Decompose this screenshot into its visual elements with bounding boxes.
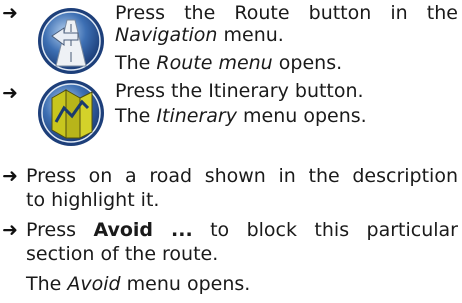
step-1-line-2: Navigation menu. (115, 24, 284, 46)
step-4-post: to block this particular (192, 219, 458, 241)
navigation-menu-name: Navigation (115, 24, 218, 46)
step-2-result-post: menu opens. (236, 105, 367, 127)
itinerary-button-icon[interactable] (36, 78, 106, 148)
step-2-line-1: Press the Itinerary button. (115, 80, 364, 102)
route-button-icon[interactable] (36, 6, 106, 76)
step-4-line-1: Press Avoid ... to block this particular (26, 219, 458, 241)
step-1-line-1: Press the Route button in the (115, 2, 458, 24)
step-arrow: ➜ (2, 2, 18, 24)
step-1-result-post: opens. (272, 52, 343, 74)
step-1-result: The Route menu opens. (115, 52, 342, 74)
step-arrow: ➜ (2, 219, 18, 241)
avoid-menu-name: Avoid (67, 273, 121, 295)
step-arrow: ➜ (2, 82, 18, 104)
step-3-line-2: to highlight it. (26, 189, 160, 211)
result-pre: The (26, 273, 68, 295)
step-1-line-2-rest: menu. (217, 24, 284, 46)
route-menu-name: Route menu (156, 52, 273, 74)
step-arrow: ➜ (2, 165, 18, 187)
step-4-result: The Avoid menu opens. (26, 273, 250, 295)
avoid-button-label: Avoid ... (93, 219, 193, 241)
step-3-line-1: Press on a road shown in the description (26, 165, 458, 187)
result-post: menu opens. (120, 273, 251, 295)
step-1-result-pre: The (115, 52, 157, 74)
step-2-result: The Itinerary menu opens. (115, 105, 367, 127)
step-4-pre: Press (26, 219, 94, 241)
step-4-line-2: section of the route. (26, 243, 219, 265)
step-2-result-pre: The (115, 105, 157, 127)
itinerary-menu-name: Itinerary (156, 105, 237, 127)
